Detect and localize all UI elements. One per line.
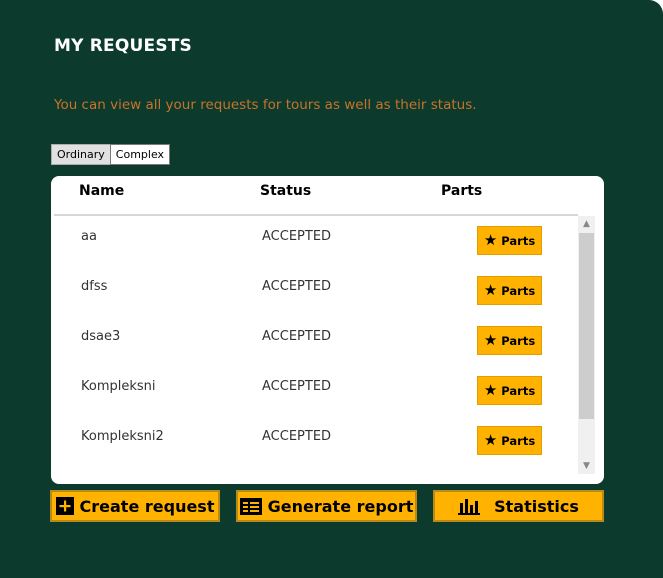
table-header: Name Status Parts xyxy=(54,176,578,216)
tab-complex[interactable]: Complex xyxy=(109,144,171,165)
scroll-down-arrow-icon[interactable]: ▼ xyxy=(578,458,595,474)
star-icon: ★ xyxy=(483,331,498,349)
parts-button-label: Parts xyxy=(501,233,536,248)
table-row: Kompleksni ACCEPTED ★ Parts xyxy=(54,366,578,416)
tab-ordinary[interactable]: Ordinary xyxy=(51,144,111,165)
star-icon: ★ xyxy=(483,231,498,249)
parts-button-label: Parts xyxy=(501,383,536,398)
generate-report-label: Generate report xyxy=(267,496,414,516)
star-icon: ★ xyxy=(483,431,498,449)
parts-button[interactable]: ★ Parts xyxy=(477,376,542,405)
parts-button[interactable]: ★ Parts xyxy=(477,226,542,255)
parts-button-label: Parts xyxy=(501,333,536,348)
scroll-thumb[interactable] xyxy=(579,233,594,419)
statistics-button[interactable]: Statistics xyxy=(433,490,604,522)
request-name: aa xyxy=(81,229,97,244)
table-row: dsae3 ACCEPTED ★ Parts xyxy=(54,316,578,366)
column-header-parts: Parts xyxy=(441,183,483,199)
parts-button-label: Parts xyxy=(501,433,536,448)
request-status: ACCEPTED xyxy=(262,279,332,294)
create-request-button[interactable]: Create request xyxy=(50,490,220,522)
parts-button[interactable]: ★ Parts xyxy=(477,426,542,455)
page-subtitle: You can view all your requests for tours… xyxy=(54,97,477,113)
report-icon xyxy=(239,497,262,515)
table-row: Kompleksni2 ACCEPTED ★ Parts xyxy=(54,416,578,466)
column-header-status: Status xyxy=(260,183,312,199)
star-icon: ★ xyxy=(483,281,498,299)
table-row: aa ACCEPTED ★ Parts xyxy=(54,216,578,266)
statistics-label: Statistics xyxy=(494,496,579,516)
parts-button-label: Parts xyxy=(501,283,536,298)
bar-chart-icon xyxy=(458,497,481,515)
table-scrollbar[interactable]: ▲ ▼ xyxy=(578,216,595,474)
scroll-up-arrow-icon[interactable]: ▲ xyxy=(578,216,595,232)
create-request-label: Create request xyxy=(79,496,215,516)
star-icon: ★ xyxy=(483,381,498,399)
request-status: ACCEPTED xyxy=(262,229,332,244)
plus-square-icon xyxy=(55,497,74,515)
column-header-name: Name xyxy=(79,183,125,199)
request-type-tabs: Ordinary Complex xyxy=(51,144,171,165)
generate-report-button[interactable]: Generate report xyxy=(236,490,417,522)
request-name: Kompleksni xyxy=(81,379,156,394)
request-name: dsae3 xyxy=(81,329,121,344)
request-name: Kompleksni2 xyxy=(81,429,164,444)
table-body: aa ACCEPTED ★ Parts dfss ACCEPTED ★ Part… xyxy=(54,216,578,466)
request-status: ACCEPTED xyxy=(262,379,332,394)
parts-button[interactable]: ★ Parts xyxy=(477,326,542,355)
table-row: dfss ACCEPTED ★ Parts xyxy=(54,266,578,316)
request-status: ACCEPTED xyxy=(262,329,332,344)
requests-table: Name Status Parts aa ACCEPTED ★ Parts df… xyxy=(51,176,604,484)
request-name: dfss xyxy=(81,279,108,294)
requests-window: MY REQUESTS You can view all your reques… xyxy=(0,0,663,578)
page-title: MY REQUESTS xyxy=(54,36,193,56)
parts-button[interactable]: ★ Parts xyxy=(477,276,542,305)
request-status: ACCEPTED xyxy=(262,429,332,444)
